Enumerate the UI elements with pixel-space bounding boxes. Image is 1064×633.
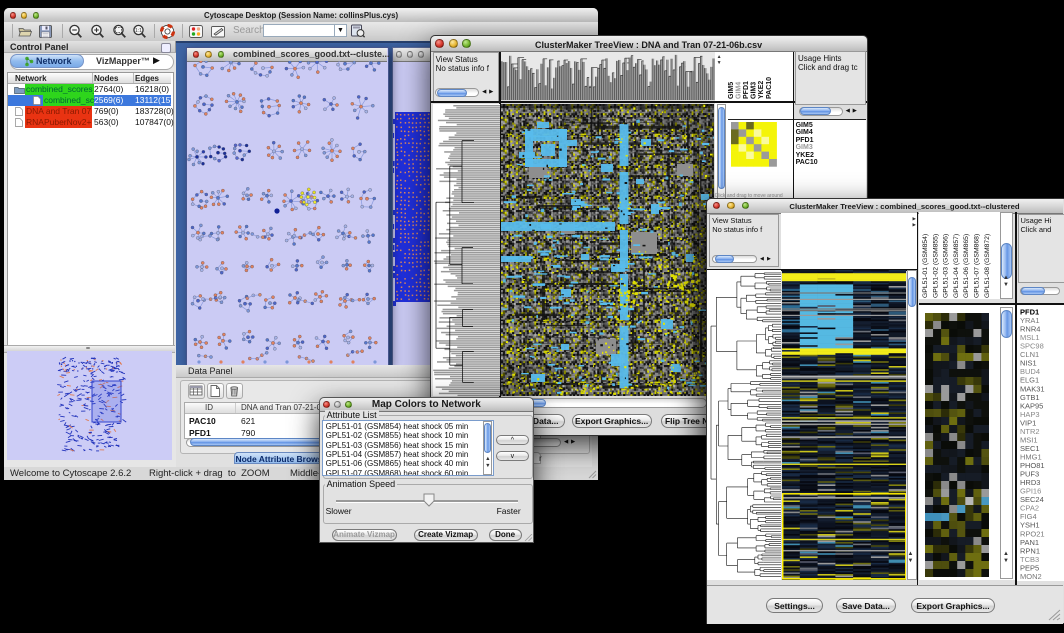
svg-text:GPL51-07 (GSM868): GPL51-07 (GSM868)	[973, 234, 980, 298]
svg-text:PFD1: PFD1	[743, 81, 750, 99]
svg-text:GPL51-01 (GSM854): GPL51-01 (GSM854)	[922, 234, 929, 298]
svg-text:GPL51-03 (GSM856): GPL51-03 (GSM856)	[942, 234, 949, 298]
svg-text:GPL51-08 (GSM872): GPL51-08 (GSM872)	[983, 234, 990, 298]
svg-text:GIM4: GIM4	[735, 82, 742, 99]
svg-text:1:1: 1:1	[135, 28, 142, 34]
svg-text:GPL51-04 (GSM857): GPL51-04 (GSM857)	[952, 234, 959, 298]
svg-text:MON2: MON2	[1020, 572, 1042, 581]
svg-text:YKE2: YKE2	[758, 80, 765, 98]
svg-text:GPL51-06 (GSM865): GPL51-06 (GSM865)	[963, 234, 970, 298]
svg-text:GIM3: GIM3	[750, 82, 757, 99]
svg-text:GIM5: GIM5	[727, 82, 734, 99]
svg-text:PAC10: PAC10	[765, 77, 772, 99]
svg-text:GPL51-02 (GSM855): GPL51-02 (GSM855)	[932, 234, 939, 298]
